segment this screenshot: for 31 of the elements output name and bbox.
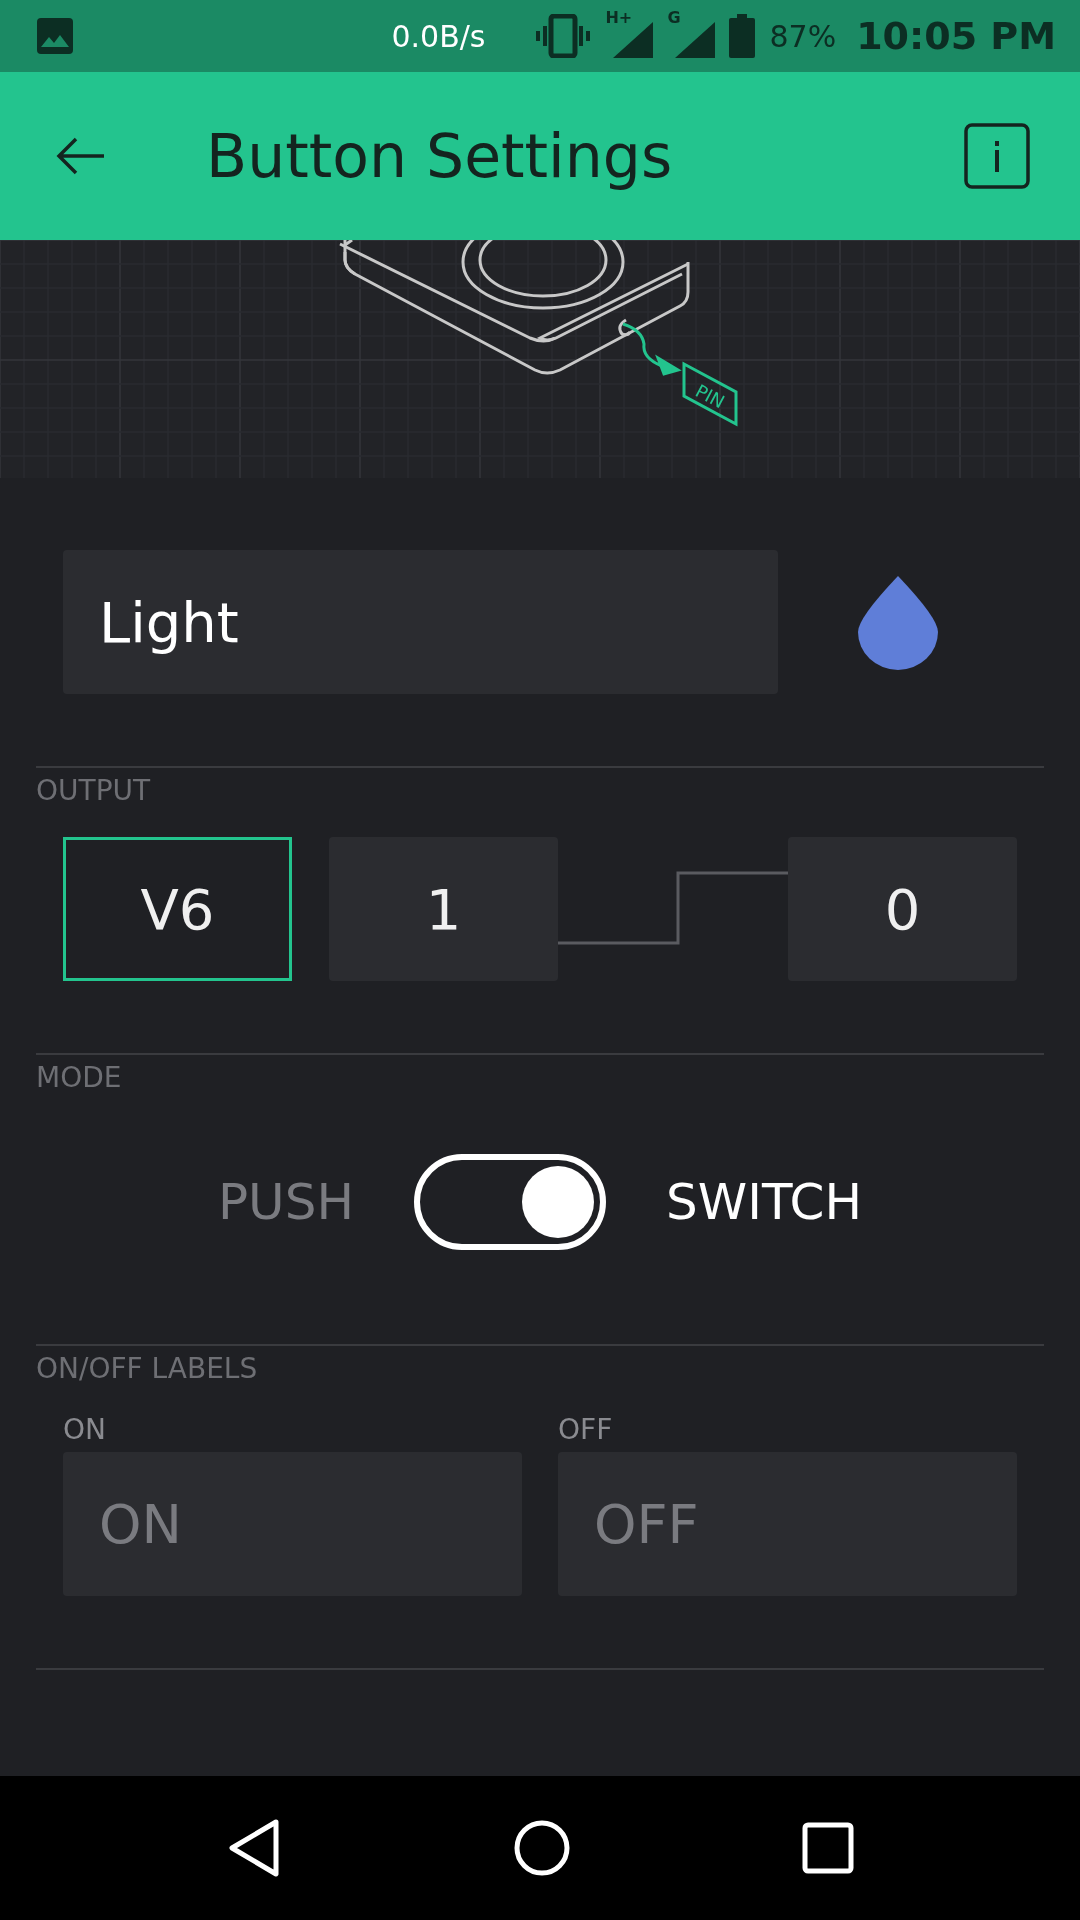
mode-option[interactable]: PUSH xyxy=(217,1173,354,1231)
mode-toggle[interactable] xyxy=(414,1154,606,1250)
battery-icon xyxy=(729,14,756,58)
section-heading: ON/OFF LABELS xyxy=(36,1352,259,1385)
color-drop-icon[interactable] xyxy=(858,574,938,670)
mode-option[interactable]: SWITCH xyxy=(666,1173,863,1231)
gallery-icon xyxy=(36,17,74,55)
pin-label: PIN xyxy=(692,380,729,413)
clock: 10:05 PM xyxy=(856,14,1056,58)
battery-level: 87% xyxy=(769,18,837,54)
pin-selector[interactable]: V6 xyxy=(63,837,292,981)
on-value-field[interactable]: 1 xyxy=(329,837,558,981)
field-label: ON xyxy=(63,1413,107,1446)
screen-title: Button Settings xyxy=(206,121,674,191)
network-type: G xyxy=(667,8,681,27)
label-field[interactable]: OFF xyxy=(558,1452,1017,1596)
field-label: OFF xyxy=(558,1413,614,1446)
network-type: H+ xyxy=(605,8,633,27)
off-value-field[interactable]: 0 xyxy=(788,837,1017,981)
recents-icon[interactable] xyxy=(802,1822,855,1874)
name-field[interactable]: Light xyxy=(63,550,778,694)
vibrate-icon xyxy=(535,14,592,58)
section-heading: OUTPUT xyxy=(36,774,152,807)
info-icon[interactable] xyxy=(964,123,1030,189)
data-speed: 0.0B/s xyxy=(391,18,486,54)
signal-icon xyxy=(613,22,654,58)
home-icon[interactable] xyxy=(513,1819,571,1877)
signal-icon xyxy=(675,22,716,58)
section-heading: MODE xyxy=(36,1061,123,1094)
back-icon[interactable] xyxy=(56,136,106,176)
label-field[interactable]: ON xyxy=(63,1452,522,1596)
